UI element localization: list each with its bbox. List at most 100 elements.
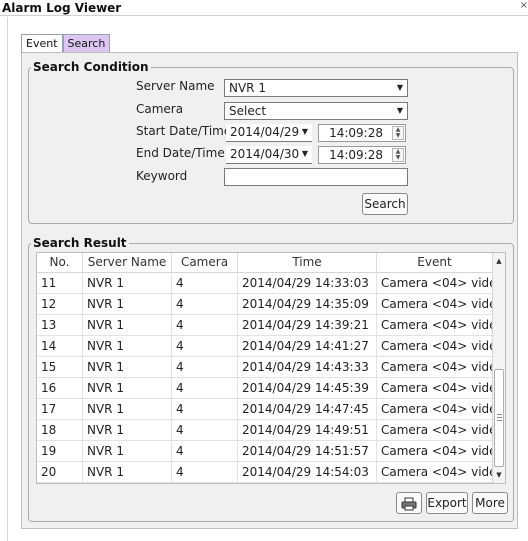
tab-search[interactable]: Search [62, 34, 111, 53]
cell-event: Camera <04> video ... [377, 378, 493, 398]
cell-time: 2014/04/29 14:39:21 [238, 315, 377, 335]
cell-no: 11 [37, 273, 83, 293]
end-date-picker[interactable]: 2014/04/30 ▼ [226, 146, 312, 164]
cell-time: 2014/04/29 14:45:39 [238, 378, 377, 398]
cell-no: 12 [37, 294, 83, 314]
table-row[interactable]: 12 NVR 1 4 2014/04/29 14:35:09 Camera <04> v… [37, 294, 505, 315]
cell-no: 14 [37, 336, 83, 356]
start-time-value: 14:09:28 [329, 126, 383, 140]
cell-time: 2014/04/29 14:43:33 [238, 357, 377, 377]
scroll-thumb[interactable] [494, 369, 504, 467]
cell-event: Camera <04> video ... [377, 336, 493, 356]
cell-time: 2014/04/29 14:33:03 [238, 273, 377, 293]
cell-event: Camera <04> video ... [377, 357, 493, 377]
end-datetime-label: End Date/Time [136, 146, 225, 160]
keyword-input[interactable] [224, 168, 408, 186]
table-row[interactable]: 18 NVR 1 4 2014/04/29 14:49:51 Camera <04> v… [37, 420, 505, 441]
cell-camera: 4 [172, 420, 238, 440]
vertical-scrollbar[interactable]: ▲ ▼ [492, 253, 505, 483]
cell-no: 17 [37, 399, 83, 419]
cell-server-name: NVR 1 [83, 315, 172, 335]
cell-server-name: NVR 1 [83, 378, 172, 398]
result-table[interactable]: No. Server Name Camera Time Event 11 NVR … [36, 252, 506, 484]
cell-event: Camera <04> video ... [377, 273, 493, 293]
cell-server-name: NVR 1 [83, 357, 172, 377]
table-row[interactable]: 11 NVR 1 4 2014/04/29 14:33:03 Camera <04> v… [37, 273, 505, 294]
window-border [7, 17, 8, 541]
column-header-server-name[interactable]: Server Name [83, 253, 172, 272]
server-name-value: NVR 1 [229, 81, 266, 95]
table-header: No. Server Name Camera Time Event [37, 253, 505, 273]
cell-camera: 4 [172, 441, 238, 461]
cell-server-name: NVR 1 [83, 294, 172, 314]
cell-server-name: NVR 1 [83, 462, 172, 482]
cell-camera: 4 [172, 399, 238, 419]
table-row[interactable]: 15 NVR 1 4 2014/04/29 14:43:33 Camera <04> v… [37, 357, 505, 378]
cell-server-name: NVR 1 [83, 399, 172, 419]
server-name-label: Server Name [136, 79, 215, 93]
start-date-value: 2014/04/29 [230, 125, 300, 139]
cell-event: Camera <04> video ... [377, 462, 493, 482]
table-row[interactable]: 14 NVR 1 4 2014/04/29 14:41:27 Camera <04> v… [37, 336, 505, 357]
camera-label: Camera [136, 102, 184, 116]
spin-updown-icon[interactable]: ▲ ▼ [392, 126, 404, 140]
table-row[interactable]: 20 NVR 1 4 2014/04/29 14:54:03 Camera <04> v… [37, 462, 505, 483]
scroll-down-icon[interactable]: ▼ [493, 468, 505, 482]
column-header-camera[interactable]: Camera [172, 253, 238, 272]
end-date-value: 2014/04/30 [230, 147, 300, 161]
column-header-event[interactable]: Event [377, 253, 493, 272]
cell-time: 2014/04/29 14:54:03 [238, 462, 377, 482]
server-name-dropdown[interactable]: NVR 1 ▼ [224, 79, 408, 97]
dropdown-arrow-icon: ▼ [396, 106, 403, 115]
cell-event: Camera <04> video ... [377, 294, 493, 314]
close-icon[interactable]: × [520, 0, 528, 11]
cell-server-name: NVR 1 [83, 273, 172, 293]
cell-server-name: NVR 1 [83, 420, 172, 440]
cell-camera: 4 [172, 378, 238, 398]
start-datetime-label: Start Date/Time [136, 124, 232, 138]
cell-event: Camera <04> video ... [377, 441, 493, 461]
table-row[interactable]: 19 NVR 1 4 2014/04/29 14:51:57 Camera <04> v… [37, 441, 505, 462]
window-title: Alarm Log Viewer [2, 1, 122, 15]
dropdown-arrow-icon: ▼ [396, 83, 403, 92]
cell-camera: 4 [172, 462, 238, 482]
more-button[interactable]: More [472, 492, 508, 514]
camera-value: Select [229, 104, 267, 118]
cell-no: 20 [37, 462, 83, 482]
scroll-up-icon[interactable]: ▲ [493, 254, 505, 268]
keyword-label: Keyword [136, 169, 188, 183]
print-button[interactable] [396, 492, 422, 514]
cell-no: 15 [37, 357, 83, 377]
dropdown-arrow-icon: ▼ [301, 149, 308, 158]
cell-camera: 4 [172, 336, 238, 356]
cell-time: 2014/04/29 14:49:51 [238, 420, 377, 440]
cell-no: 16 [37, 378, 83, 398]
spin-updown-icon[interactable]: ▲ ▼ [392, 148, 404, 162]
column-header-time[interactable]: Time [238, 253, 377, 272]
end-time-value: 14:09:28 [329, 148, 383, 162]
export-button[interactable]: Export [426, 492, 468, 514]
tab-event[interactable]: Event [21, 34, 63, 53]
end-time-spinner[interactable]: 14:09:28 ▲ ▼ [318, 146, 406, 164]
cell-event: Camera <04> video ... [377, 420, 493, 440]
column-header-no[interactable]: No. [37, 253, 83, 272]
cell-event: Camera <04> video ... [377, 315, 493, 335]
cell-time: 2014/04/29 14:51:57 [238, 441, 377, 461]
title-bar: Alarm Log Viewer × [0, 0, 528, 16]
table-row[interactable]: 13 NVR 1 4 2014/04/29 14:39:21 Camera <04> v… [37, 315, 505, 336]
table-row[interactable]: 16 NVR 1 4 2014/04/29 14:45:39 Camera <04> v… [37, 378, 505, 399]
start-date-picker[interactable]: 2014/04/29 ▼ [226, 124, 312, 142]
dropdown-arrow-icon: ▼ [301, 127, 308, 136]
table-body: 11 NVR 1 4 2014/04/29 14:33:03 Camera <04> v… [37, 273, 505, 483]
search-button[interactable]: Search [362, 193, 408, 215]
cell-camera: 4 [172, 357, 238, 377]
grip-icon [497, 414, 502, 421]
search-condition-legend: Search Condition [33, 60, 149, 74]
cell-time: 2014/04/29 14:41:27 [238, 336, 377, 356]
cell-server-name: NVR 1 [83, 441, 172, 461]
start-time-spinner[interactable]: 14:09:28 ▲ ▼ [318, 124, 406, 142]
printer-icon [401, 497, 417, 511]
cell-event: Camera <04> video ... [377, 399, 493, 419]
table-row[interactable]: 17 NVR 1 4 2014/04/29 14:47:45 Camera <04> v… [37, 399, 505, 420]
camera-dropdown[interactable]: Select ▼ [224, 102, 408, 120]
